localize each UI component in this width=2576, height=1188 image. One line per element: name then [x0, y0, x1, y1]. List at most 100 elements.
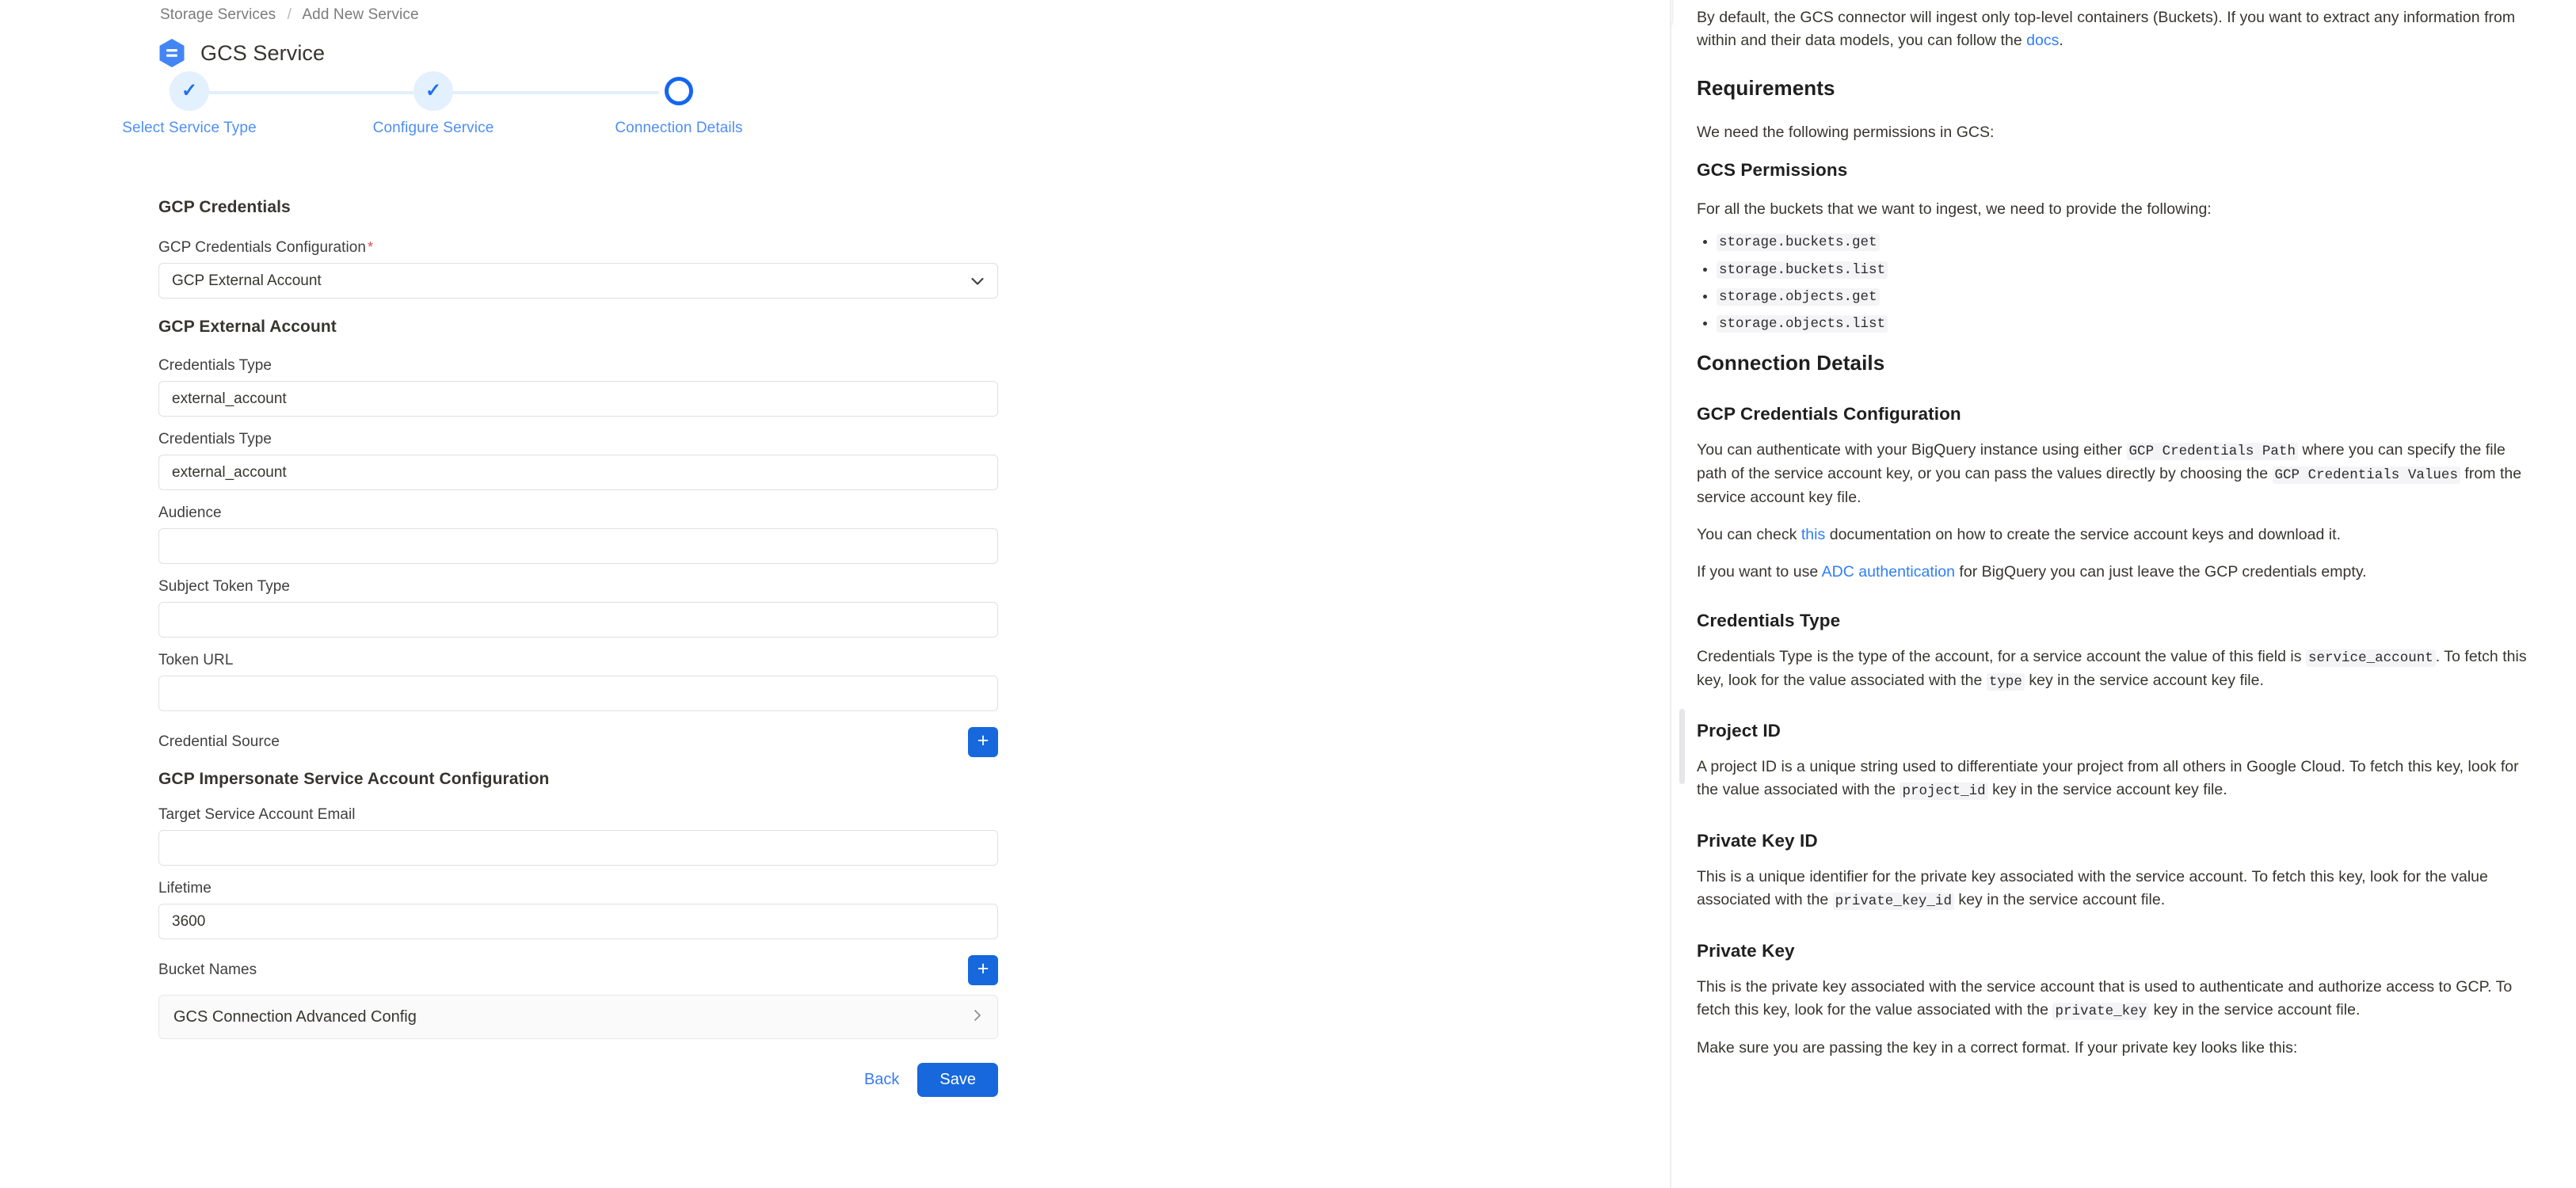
code-private-key-id: private_key_id — [1832, 893, 1954, 911]
this-documentation-link[interactable]: this — [1801, 526, 1825, 543]
text: Credentials Type is the type of the acco… — [1697, 647, 2306, 665]
private-key-id-paragraph: This is a unique identifier for the priv… — [1697, 866, 2536, 912]
chevron-down-icon — [969, 272, 986, 290]
save-button[interactable]: Save — [917, 1063, 998, 1097]
gcp-credentials-configuration-paragraph-2: You can check this documentation on how … — [1697, 524, 2536, 546]
back-button[interactable]: Back — [856, 1064, 907, 1095]
text: You can check — [1697, 525, 1801, 543]
field-audience: Audience — [158, 505, 998, 564]
section-title-gcp-impersonate: GCP Impersonate Service Account Configur… — [158, 770, 550, 788]
credentials-type-1-input[interactable]: external_account — [158, 381, 998, 417]
section-title-gcp-credentials: GCP Credentials — [158, 198, 291, 216]
code-toggle-icon[interactable]: <> — [1671, 0, 1673, 29]
adc-authentication-link[interactable]: ADC authentication — [1822, 563, 1955, 581]
credentials-type-2-input[interactable]: external_account — [158, 455, 998, 490]
token-url-input[interactable] — [158, 676, 998, 711]
text: documentation on how to create the servi… — [1825, 525, 2342, 543]
add-credential-source-button[interactable]: + — [968, 727, 998, 757]
connection-details-form: GCP Credentials GCP Credentials Configur… — [158, 198, 998, 1097]
private-key-paragraph-2: Make sure you are passing the key in a c… — [1697, 1038, 2298, 1057]
text: You can authenticate with your BigQuery … — [1697, 441, 2127, 459]
subject-token-type-input[interactable] — [158, 602, 998, 638]
chevron-right-icon — [972, 1007, 983, 1026]
heading-private-key: Private Key — [1697, 940, 1795, 961]
list-item: storage.objects.list — [1717, 313, 2536, 333]
stepper-label-2: Configure Service — [372, 120, 494, 136]
documentation-scrollbar[interactable] — [1679, 709, 1685, 784]
permissions-list: storage.buckets.get storage.buckets.list… — [1697, 231, 2536, 333]
code-type: type — [1986, 672, 2025, 691]
stepper-check-icon-2 — [413, 71, 453, 111]
heading-connection-details: Connection Details — [1697, 351, 1885, 375]
heading-project-id: Project ID — [1697, 721, 1781, 741]
heading-gcs-permissions: GCS Permissions — [1697, 159, 1848, 180]
breadcrumb-parent-link[interactable]: Storage Services — [160, 6, 276, 23]
private-key-paragraph-1: This is the private key associated with … — [1697, 976, 2536, 1022]
field-bucket-names: Bucket Names + — [158, 955, 998, 985]
documentation-content: By default, the GCS connector will inges… — [1697, 0, 2544, 1060]
permission-code-2: storage.objects.get — [1717, 287, 1880, 306]
credentials-type-paragraph: Credentials Type is the type of the acco… — [1697, 645, 2536, 693]
field-target-service-account-email: Target Service Account Email — [158, 806, 998, 866]
heading-requirements: Requirements — [1697, 75, 1835, 100]
code-service-account: service_account — [2305, 649, 2436, 667]
stepper-active-circle-icon — [659, 71, 699, 111]
label-subject-token-type: Subject Token Type — [158, 578, 291, 595]
code-project-id: project_id — [1900, 782, 1988, 801]
required-marker: * — [367, 239, 374, 255]
label-token-url: Token URL — [158, 652, 234, 668]
field-gcp-credentials-configuration: GCP Credentials Configuration * GCP Exter… — [158, 239, 998, 299]
progress-stepper: Select Service Type Configure Service Co… — [122, 71, 998, 136]
list-item: storage.objects.get — [1717, 286, 2536, 307]
text: If you want to use — [1697, 562, 1822, 581]
lifetime-input[interactable]: 3600 — [158, 904, 998, 939]
audience-input[interactable] — [158, 528, 998, 564]
permission-code-1: storage.buckets.list — [1717, 261, 1888, 279]
list-item: storage.buckets.list — [1717, 259, 2536, 280]
label-lifetime: Lifetime — [158, 880, 211, 897]
breadcrumb: Storage Services / Add New Service — [160, 6, 419, 24]
credentials-type-1-value: external_account — [172, 390, 287, 407]
gcp-credentials-configuration-value: GCP External Account — [172, 272, 322, 289]
label-audience: Audience — [158, 505, 222, 521]
text: key in the service account key file. — [1987, 781, 2227, 799]
add-bucket-name-button[interactable]: + — [968, 955, 998, 985]
label-bucket-names: Bucket Names — [158, 961, 257, 978]
gcp-credentials-configuration-paragraph-3: If you want to use ADC authentication fo… — [1697, 561, 2536, 584]
label-credentials-type-2: Credentials Type — [158, 431, 272, 447]
field-credential-source: Credential Source + — [158, 727, 998, 757]
permission-code-3: storage.objects.list — [1717, 315, 1888, 333]
field-token-url: Token URL — [158, 652, 998, 711]
gcp-credentials-configuration-select[interactable]: GCP External Account — [158, 263, 998, 299]
code-gcp-credentials-path: GCP Credentials Path — [2126, 443, 2298, 461]
field-lifetime: Lifetime 3600 — [158, 880, 998, 939]
label-credential-source: Credential Source — [158, 733, 280, 750]
docs-link[interactable]: docs — [2026, 32, 2059, 49]
service-form-panel: Storage Services / Add New Service GCS S… — [0, 0, 1670, 1188]
field-subject-token-type: Subject Token Type — [158, 578, 998, 638]
permission-code-0: storage.buckets.get — [1717, 234, 1880, 252]
service-header: GCS Service — [158, 38, 325, 68]
label-text: GCP Credentials Configuration — [158, 239, 366, 256]
credentials-type-2-value: external_account — [172, 463, 287, 481]
doc-intro-text-2: . — [2059, 31, 2063, 49]
doc-intro-paragraph: By default, the GCS connector will inges… — [1697, 6, 2536, 52]
requirements-lead: We need the following permissions in GCS… — [1697, 123, 1995, 141]
heading-gcp-credentials-configuration: GCP Credentials Configuration — [1697, 404, 1961, 425]
label-gcp-credentials-configuration: GCP Credentials Configuration * — [158, 239, 998, 257]
text: key in the service account file. — [1953, 891, 2166, 909]
label-target-service-account-email: Target Service Account Email — [158, 806, 356, 823]
lifetime-value: 3600 — [172, 912, 206, 930]
target-service-account-email-input[interactable] — [158, 830, 998, 866]
code-private-key: private_key — [2052, 1002, 2150, 1020]
code-gcp-credentials-values: GCP Credentials Values — [2272, 466, 2460, 485]
text: key in the service account file. — [2149, 1000, 2361, 1019]
permissions-lead: For all the buckets that we want to inge… — [1697, 200, 2212, 218]
stepper-check-icon-1 — [170, 71, 209, 111]
gcs-connection-advanced-config-accordion[interactable]: GCS Connection Advanced Config — [158, 995, 998, 1039]
form-actions: Back Save — [158, 1063, 998, 1097]
field-credentials-type-1: Credentials Type external_account — [158, 357, 998, 417]
breadcrumb-current: Add New Service — [302, 6, 419, 23]
text: for BigQuery you can just leave the GCP … — [1954, 562, 2367, 581]
gcp-credentials-configuration-paragraph-1: You can authenticate with your BigQuery … — [1697, 439, 2536, 509]
